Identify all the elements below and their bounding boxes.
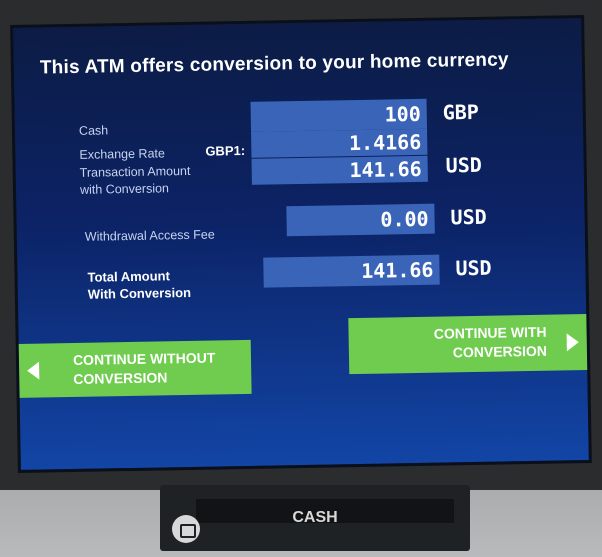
exchange-rate-label: Exchange Rate — [79, 146, 166, 162]
transaction-amount-value: 141.66 — [251, 155, 428, 185]
total-amount-label: Total Amount With Conversion — [87, 267, 191, 303]
exchange-rate-prefix: GBP1: — [205, 142, 246, 159]
cash-value: 100 — [250, 98, 428, 132]
total-amount-label-line1: Total Amount — [87, 268, 170, 285]
cash-unit: GBP — [442, 99, 480, 125]
screen-title: This ATM offers conversion to your home … — [39, 49, 509, 79]
transaction-amount-label-line2: with Conversion — [79, 181, 170, 197]
atm-screen: This ATM offers conversion to your home … — [10, 15, 592, 473]
withdrawal-fee-label: Withdrawal Access Fee — [84, 227, 215, 244]
arrow-right-icon — [566, 333, 579, 352]
total-amount-label-line2: With Conversion — [87, 284, 192, 302]
withdrawal-fee-value: 0.00 — [286, 203, 435, 237]
cash-dispenser-panel: CASH — [160, 485, 470, 551]
continue-with-line2: CONVERSION — [452, 342, 548, 361]
continue-with-conversion-button[interactable]: CONTINUE WITH CONVERSION — [348, 314, 588, 375]
total-amount-value: 141.66 — [263, 254, 440, 288]
cash-label: Cash — [78, 123, 109, 138]
withdrawal-fee-unit: USD — [450, 204, 487, 230]
cash-dispenser-label: CASH — [292, 509, 338, 526]
transaction-amount-unit: USD — [445, 152, 482, 178]
arrow-left-icon — [27, 361, 40, 380]
exchange-rate-value: 1.4166 — [251, 128, 428, 158]
transaction-amount-label-line1: Transaction Amount — [79, 163, 191, 180]
transaction-amount-label: Transaction Amount with Conversion — [80, 163, 191, 199]
total-amount-unit: USD — [455, 255, 492, 281]
continue-without-conversion-button[interactable]: CONTINUE WITHOUT CONVERSION — [18, 339, 252, 398]
continue-without-line2: CONVERSION — [73, 369, 168, 387]
